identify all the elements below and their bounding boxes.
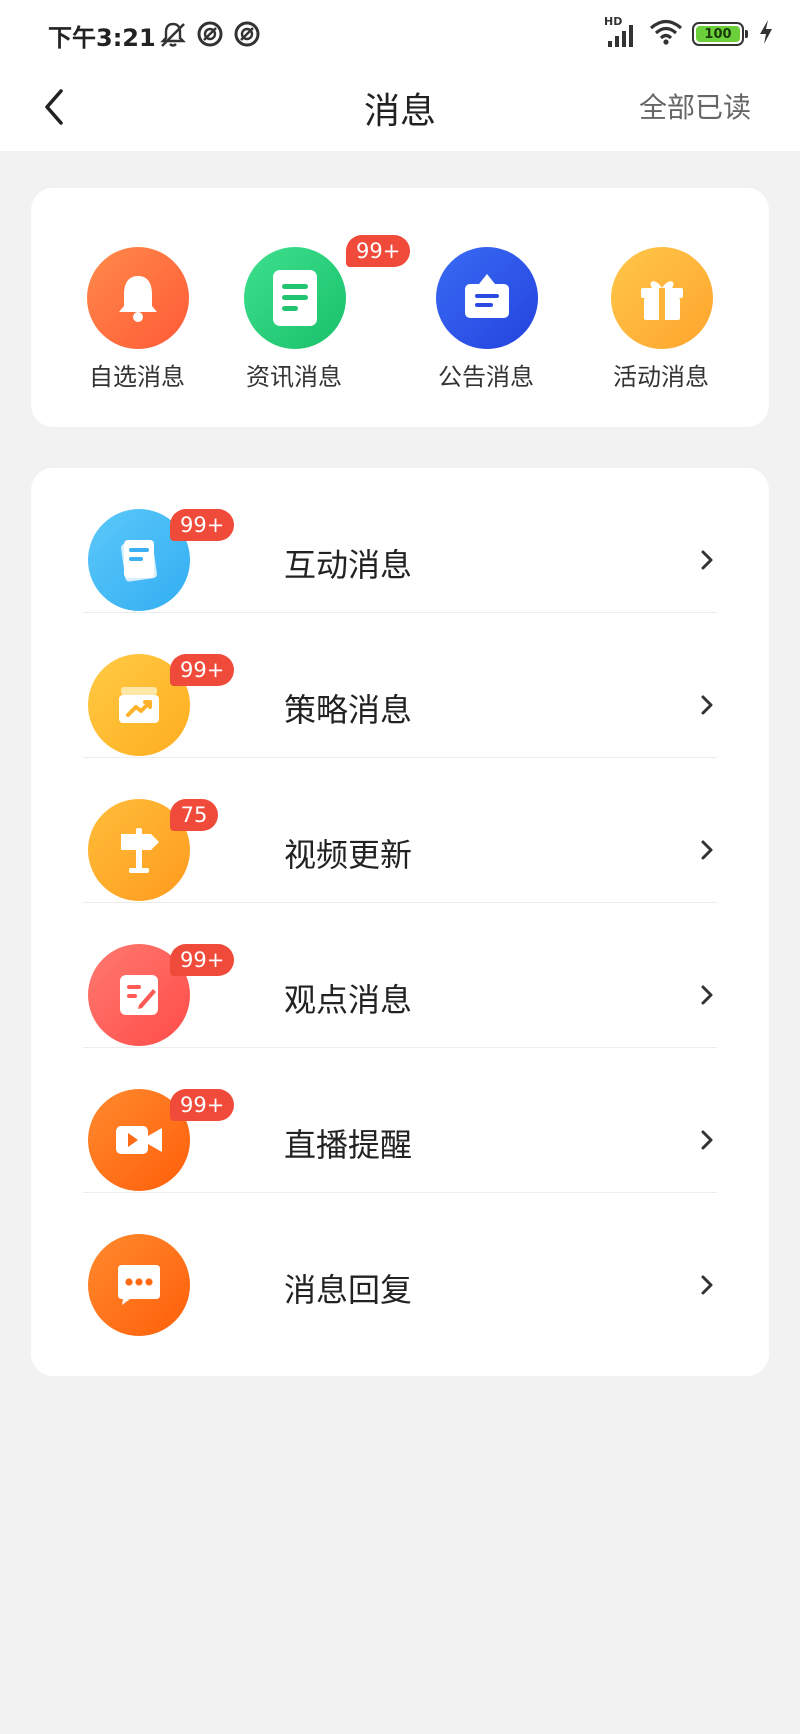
gift-icon bbox=[611, 247, 713, 349]
chevron-right-icon bbox=[701, 985, 713, 1005]
chevron-right-icon bbox=[701, 1275, 713, 1295]
app-notification-icon-2 bbox=[233, 20, 261, 52]
status-bar: 下午3:21 HD 100 bbox=[0, 0, 800, 70]
status-right: HD 100 bbox=[604, 15, 774, 52]
list-item-interaction[interactable]: 99+ 互动消息 bbox=[31, 468, 769, 613]
chat-bubble-icon bbox=[88, 1234, 190, 1336]
nav-bar: 消息 全部已读 bbox=[0, 70, 800, 151]
list-item-video-update[interactable]: 75 视频更新 bbox=[31, 758, 769, 903]
category-label: 活动消息 bbox=[613, 363, 709, 391]
unread-badge: 99+ bbox=[170, 654, 235, 686]
mark-all-read-button[interactable]: 全部已读 bbox=[639, 86, 751, 126]
chevron-right-icon bbox=[701, 840, 713, 860]
list-item-label: 视频更新 bbox=[284, 836, 413, 874]
category-watchlist[interactable]: 自选消息 bbox=[67, 247, 207, 391]
chevron-right-icon bbox=[701, 695, 713, 715]
category-label: 公告消息 bbox=[438, 363, 534, 391]
list-item-live-reminder[interactable]: 99+ 直播提醒 bbox=[31, 1048, 769, 1193]
battery-icon: 100 bbox=[692, 22, 748, 46]
list-item-strategy[interactable]: 99+ 策略消息 bbox=[31, 613, 769, 758]
unread-badge: 99+ bbox=[170, 944, 235, 976]
notice-board-icon bbox=[436, 247, 538, 349]
chevron-right-icon bbox=[701, 1130, 713, 1150]
charging-icon bbox=[758, 19, 774, 49]
status-time: 下午3:21 bbox=[48, 24, 156, 52]
unread-badge: 99+ bbox=[170, 1089, 235, 1121]
message-list-card: 99+ 互动消息 99+ 策略消息 75 视频更新 99+ 观点消息 99+ 直… bbox=[31, 468, 769, 1376]
list-item-message-reply[interactable]: 消息回复 bbox=[31, 1193, 769, 1338]
list-item-label: 策略消息 bbox=[284, 691, 413, 729]
list-item-label: 互动消息 bbox=[284, 546, 413, 584]
unread-badge: 99+ bbox=[346, 235, 411, 267]
top-bar: 下午3:21 HD 100 消息 全部已读 bbox=[0, 0, 800, 151]
category-activity[interactable]: 活动消息 bbox=[591, 247, 731, 391]
category-card: 自选消息 99+ 资讯消息 公告消息 活动消息 bbox=[31, 188, 769, 427]
unread-badge: 75 bbox=[170, 799, 218, 831]
category-label: 自选消息 bbox=[89, 363, 185, 391]
category-announcement[interactable]: 公告消息 bbox=[416, 247, 556, 391]
battery-level: 100 bbox=[696, 26, 740, 42]
signal-icon: HD bbox=[604, 15, 640, 51]
category-news[interactable]: 99+ 资讯消息 bbox=[224, 235, 411, 391]
chevron-right-icon bbox=[701, 550, 713, 570]
list-item-label: 消息回复 bbox=[284, 1271, 413, 1309]
list-item-opinion[interactable]: 99+ 观点消息 bbox=[31, 903, 769, 1048]
list-item-label: 观点消息 bbox=[284, 981, 413, 1019]
document-icon bbox=[244, 247, 346, 349]
wifi-icon bbox=[648, 17, 684, 51]
category-label: 资讯消息 bbox=[246, 363, 342, 391]
app-notification-icon bbox=[196, 20, 224, 52]
mute-bell-icon bbox=[158, 20, 188, 54]
list-item-label: 直播提醒 bbox=[284, 1126, 413, 1164]
unread-badge: 99+ bbox=[170, 509, 235, 541]
bell-icon bbox=[87, 247, 189, 349]
